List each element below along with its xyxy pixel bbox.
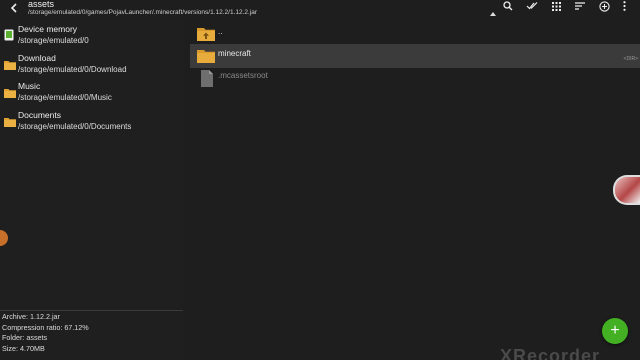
file-name: .mcassetsroot — [218, 71, 268, 80]
select-all-icon[interactable] — [520, 0, 544, 12]
folder-icon — [4, 57, 16, 70]
device-memory-icon — [4, 28, 16, 41]
list-item-mcassetsroot[interactable]: .mcassetsroot — [190, 66, 640, 90]
place-path: /storage/emulated/0/Download — [18, 65, 127, 74]
more-vert-icon[interactable] — [616, 0, 632, 12]
place-download[interactable]: Download /storage/emulated/0/Download — [4, 52, 182, 80]
list-item-parent[interactable]: .. — [190, 22, 640, 46]
search-icon[interactable] — [496, 0, 520, 12]
divider — [0, 310, 183, 311]
archive-name: Archive: 1.12.2.jar — [2, 312, 60, 321]
grid-view-icon[interactable] — [544, 0, 568, 12]
toolbar-actions — [496, 0, 632, 12]
current-path[interactable]: /storage/emulated/0/games/PojavLauncher/… — [28, 9, 257, 16]
place-path: /storage/emulated/0/Music — [18, 93, 112, 102]
archive-info-panel: Archive: 1.12.2.jar Compression ratio: 6… — [2, 312, 89, 355]
place-name: Download — [18, 53, 56, 63]
path-dropdown-icon[interactable] — [490, 12, 496, 16]
place-name: Device memory — [18, 24, 78, 34]
back-arrow-icon[interactable] — [9, 1, 19, 15]
place-device-memory[interactable]: Device memory /storage/emulated/0 — [4, 23, 182, 51]
place-music[interactable]: Music /storage/emulated/0/Music — [4, 80, 182, 108]
archive-size: Size: 4.70MB — [2, 344, 45, 354]
file-name: .. — [218, 27, 223, 36]
add-fab-button[interactable]: + — [602, 318, 628, 344]
sort-icon[interactable] — [568, 0, 592, 12]
dir-tag: <DIR> — [623, 56, 638, 62]
floating-avatar-bubble[interactable] — [613, 175, 640, 205]
folder-icon — [4, 85, 16, 98]
place-path: /storage/emulated/0/Documents — [18, 122, 132, 131]
recorder-watermark: XRecorder — [500, 346, 601, 360]
top-app-bar: assets /storage/emulated/0/games/PojavLa… — [0, 0, 640, 22]
add-circle-icon[interactable] — [592, 0, 616, 12]
places-sidebar: Device memory /storage/emulated/0 Downlo… — [0, 22, 183, 360]
folder-icon — [4, 114, 16, 127]
file-name: minecraft — [218, 49, 251, 58]
current-folder: Folder: assets — [2, 333, 48, 343]
parent-folder-icon — [197, 26, 215, 41]
page-title: assets — [28, 0, 55, 9]
place-name: Music — [18, 81, 41, 91]
place-name: Documents — [18, 110, 61, 120]
place-documents[interactable]: Documents /storage/emulated/0/Documents — [4, 109, 182, 137]
list-item-minecraft[interactable]: minecraft <DIR> — [190, 44, 640, 68]
compression-ratio: Compression ratio: 67.12% — [2, 322, 89, 332]
folder-icon — [197, 48, 215, 63]
place-path: /storage/emulated/0 — [18, 36, 89, 45]
file-icon — [197, 70, 215, 87]
